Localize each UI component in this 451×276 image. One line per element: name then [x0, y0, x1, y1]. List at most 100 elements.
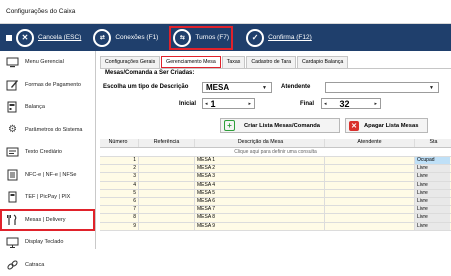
cell-description: MESA 7 [195, 206, 325, 213]
type-select[interactable]: MESA ▼ [202, 82, 272, 93]
sidebar-item-label: TEF | PicPay | PIX [25, 194, 70, 200]
chevron-down-icon: ▼ [262, 85, 267, 91]
window-title: Configurações do Caixa [0, 0, 451, 24]
cell-status: Livre [415, 173, 450, 180]
delete-list-button[interactable]: ✕ Apagar Lista Mesas [345, 118, 428, 133]
toolbar: ✕ Cancela (ESC) ⇄ Conexões (F1) ⇆ Turnos… [0, 24, 451, 51]
tab-configuracoes-gerais[interactable]: Configurações Gerais [100, 56, 160, 68]
cell-number: 6 [100, 198, 139, 205]
cell-description: MESA 4 [195, 182, 325, 189]
cell-description: MESA 1 [195, 157, 325, 164]
cell-reference [139, 182, 195, 189]
cell-reference [139, 190, 195, 197]
sidebar-item-tef[interactable]: TEF | PicPay | PIX [0, 186, 95, 209]
close-icon: ✕ [16, 29, 34, 47]
sidebar: Menu Gerencial Formas de Pagamento Balan… [0, 51, 96, 249]
filter-row[interactable]: Clique aqui para definir uma consulta [100, 148, 451, 157]
table-row[interactable]: 9 MESA 9 Livre [100, 223, 451, 231]
end-value: 32 [337, 99, 350, 109]
table-row[interactable]: 6 MESA 6 Livre [100, 198, 451, 206]
cell-number: 4 [100, 182, 139, 189]
cell-description: MESA 2 [195, 165, 325, 172]
sidebar-item-label: Parâmetros do Sistema [25, 127, 82, 133]
cell-reference [139, 206, 195, 213]
cell-reference [139, 214, 195, 221]
connection-icon: ⇄ [93, 29, 111, 47]
start-label: Inicial [179, 101, 196, 107]
chevron-left-icon[interactable]: ◂ [324, 101, 327, 107]
column-header[interactable]: Atendente [325, 139, 415, 147]
cell-description: MESA 6 [195, 198, 325, 205]
column-header[interactable]: Referência [139, 139, 195, 147]
cell-reference [139, 157, 195, 164]
window-dot [6, 35, 12, 41]
create-list-label: Criar Lista Mesas/Comanda [244, 123, 320, 129]
cutlery-icon [6, 214, 19, 226]
cancel-label: Cancela (ESC) [38, 34, 81, 41]
scale-icon [6, 101, 19, 113]
cell-number: 1 [100, 157, 139, 164]
mesa-panel: Mesas/Comanda a Ser Criadas: Escolha um … [100, 68, 451, 249]
gears-icon: ⚙ [6, 124, 19, 136]
table-row[interactable]: 2 MESA 2 Livre [100, 165, 451, 173]
tab-cardapio-balanca[interactable]: Cardapio Balança [297, 56, 348, 68]
cell-number: 2 [100, 165, 139, 172]
swap-icon: ⇆ [173, 29, 191, 47]
delete-list-label: Apagar Lista Mesas [364, 123, 418, 129]
sidebar-item-mesas-delivery[interactable]: Mesas | Delivery [0, 209, 95, 232]
confirm-label: Confirma (F12) [268, 34, 312, 41]
create-list-button[interactable]: + Criar Lista Mesas/Comanda [220, 118, 340, 133]
table-row[interactable]: 7 MESA 7 Livre [100, 206, 451, 214]
sidebar-item-texto-crediario[interactable]: Texto Crediário [0, 141, 95, 164]
start-stepper[interactable]: ◂ 1 ▸ [202, 98, 255, 109]
sidebar-item-parametros[interactable]: ⚙ Parâmetros do Sistema [0, 119, 95, 142]
shifts-button[interactable]: ⇆ Turnos (F7) [170, 27, 232, 49]
end-stepper[interactable]: ◂ 32 ▸ [321, 98, 381, 109]
tab-taxas[interactable]: Taxas [222, 56, 246, 68]
confirm-button[interactable]: ✓ Confirma (F12) [246, 27, 312, 49]
column-header[interactable]: Sta [415, 139, 450, 147]
text-icon [6, 146, 19, 158]
sidebar-item-label: Catraca [25, 262, 44, 268]
chevron-right-icon[interactable]: ▸ [374, 101, 377, 107]
sidebar-item-formas-pagamento[interactable]: Formas de Pagamento [0, 74, 95, 97]
table-row[interactable]: 8 MESA 8 Livre [100, 214, 451, 222]
sidebar-item-display-teclado[interactable]: Display Teclado [0, 231, 95, 254]
sidebar-item-catraca[interactable]: Catraca [0, 254, 95, 276]
cell-description: MESA 5 [195, 190, 325, 197]
attendant-select[interactable]: ▼ [325, 82, 439, 93]
tab-gerenciamento-mesa[interactable]: Gerenciamento Mesa [161, 56, 221, 68]
cell-number: 9 [100, 223, 139, 230]
cell-number: 5 [100, 190, 139, 197]
cell-attendant [325, 223, 415, 230]
column-header[interactable]: Número [100, 139, 139, 147]
cancel-button[interactable]: ✕ Cancela (ESC) [16, 27, 81, 49]
chevron-right-icon[interactable]: ▸ [248, 101, 251, 107]
link-icon [6, 259, 19, 271]
type-label: Escolha um tipo de Descrição [103, 84, 188, 90]
cell-attendant [325, 198, 415, 205]
table-row[interactable]: 5 MESA 5 Livre [100, 190, 451, 198]
tab-cadastro-tara[interactable]: Cadastro de Tara [246, 56, 296, 68]
cell-attendant [325, 206, 415, 213]
sidebar-item-label: Menu Gerencial [25, 59, 64, 65]
type-value: MESA [203, 83, 229, 92]
cell-reference [139, 223, 195, 230]
sidebar-item-label: Formas de Pagamento [25, 82, 81, 88]
cell-attendant [325, 190, 415, 197]
table-row[interactable]: 3 MESA 3 Livre [100, 173, 451, 181]
sidebar-item-label: Texto Crediário [25, 149, 62, 155]
column-header[interactable]: Descrição da Mesa [195, 139, 325, 147]
table-row[interactable]: 4 MESA 4 Livre [100, 182, 451, 190]
table-row[interactable]: 1 MESA 1 Ocupad [100, 157, 451, 165]
sidebar-item-label: Mesas | Delivery [25, 217, 66, 223]
cell-attendant [325, 157, 415, 164]
sidebar-item-balanca[interactable]: Balança [0, 96, 95, 119]
attendant-label: Atendente [281, 84, 310, 90]
cell-number: 7 [100, 206, 139, 213]
sidebar-item-nfce[interactable]: NFC-e | NF-e | NFSe [0, 164, 95, 187]
section-title: Mesas/Comanda a Ser Criadas: [105, 70, 194, 76]
connections-button[interactable]: ⇄ Conexões (F1) [93, 27, 158, 49]
sidebar-item-menu-gerencial[interactable]: Menu Gerencial [0, 51, 95, 74]
display-icon [6, 236, 19, 248]
